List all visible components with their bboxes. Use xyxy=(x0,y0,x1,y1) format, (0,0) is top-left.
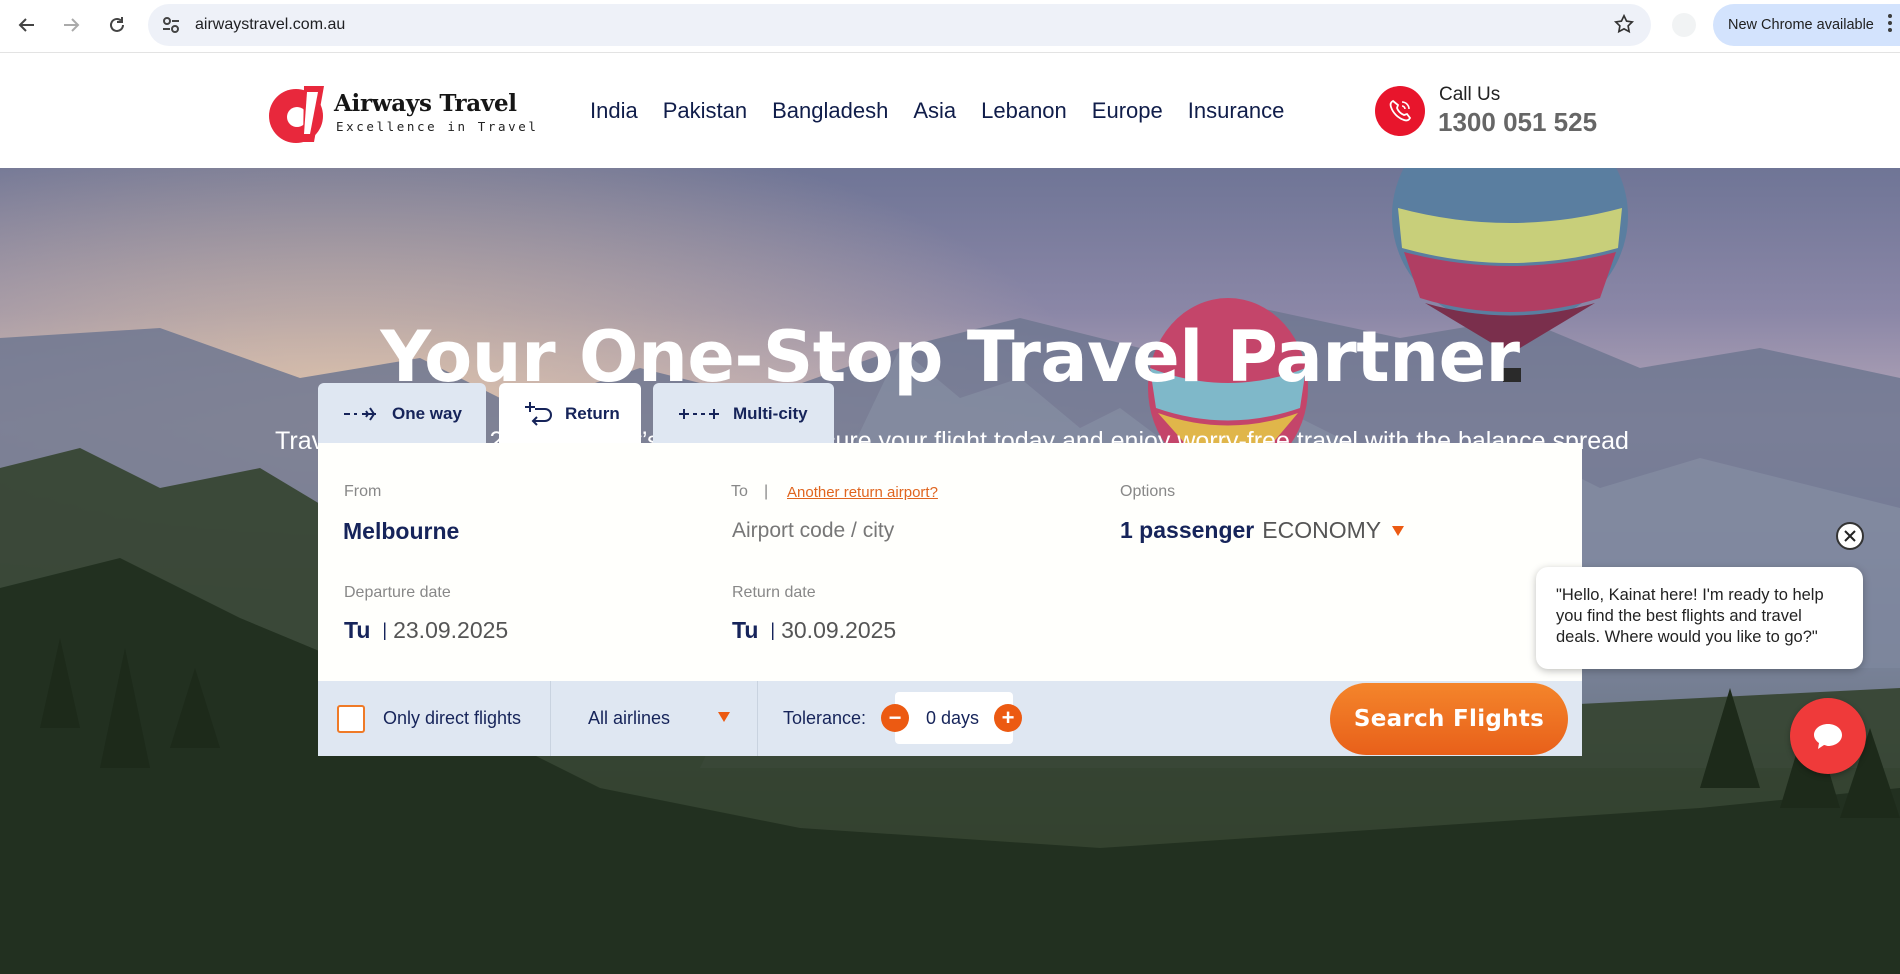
return-date-label: Return date xyxy=(732,584,816,601)
airlines-dropdown[interactable]: All airlines xyxy=(551,681,745,756)
to-label: To xyxy=(731,483,748,500)
return-date: 30.09.2025 xyxy=(781,617,897,643)
to-input[interactable]: Airport code / city xyxy=(732,519,894,543)
to-separator: | xyxy=(764,483,769,500)
passenger-options-dropdown[interactable]: 1 passenger ECONOMY xyxy=(1120,517,1405,544)
chat-close-button[interactable] xyxy=(1836,522,1864,550)
hero-title: Your One-Stop Travel Partner xyxy=(380,316,1520,398)
divider xyxy=(757,681,758,756)
nav-bangladesh[interactable]: Bangladesh xyxy=(772,98,888,124)
phone-icon[interactable] xyxy=(1375,86,1425,136)
one-way-plane-icon xyxy=(344,407,376,421)
tolerance-plus-button[interactable]: + xyxy=(994,704,1022,732)
back-button[interactable] xyxy=(12,10,42,40)
search-flights-button[interactable]: Search Flights xyxy=(1330,683,1568,755)
nav-lebanon[interactable]: Lebanon xyxy=(981,98,1067,124)
call-number[interactable]: 1300 051 525 xyxy=(1438,107,1597,138)
bookmark-star-icon[interactable] xyxy=(1613,13,1635,39)
nav-europe[interactable]: Europe xyxy=(1092,98,1163,124)
tab-one-way-label: One way xyxy=(392,404,462,423)
departure-date-label: Departure date xyxy=(344,584,451,601)
logo-tagline: Excellence in Travel xyxy=(336,119,539,134)
options-label: Options xyxy=(1120,483,1176,500)
logo-name: Airways Travel xyxy=(334,90,517,117)
return-plane-icon xyxy=(525,402,552,426)
forward-arrow-icon xyxy=(64,18,80,32)
passenger-count: 1 passenger xyxy=(1120,517,1255,543)
tab-multi-city[interactable]: Multi-city xyxy=(653,383,834,445)
new-chrome-label: New Chrome available xyxy=(1728,17,1874,33)
tab-return-label: Return xyxy=(565,404,620,423)
main-nav: India Pakistan Bangladesh Asia Lebanon E… xyxy=(590,98,1309,124)
browser-toolbar: airwaystravel.com.au New Chrome availabl… xyxy=(0,0,1900,53)
tab-return[interactable]: Return xyxy=(499,383,641,445)
return-date-field[interactable]: Tu | 30.09.2025 xyxy=(732,617,896,644)
airways-logo-icon xyxy=(269,86,324,143)
tab-one-way[interactable]: One way xyxy=(318,383,486,445)
chat-message: "Hello, Kainat here! I'm ready to help y… xyxy=(1556,586,1824,646)
dropdown-caret-icon xyxy=(1392,525,1405,536)
from-input[interactable]: Melbourne xyxy=(343,518,459,545)
forward-button[interactable] xyxy=(56,10,86,40)
flight-search-panel: From Melbourne To | Another return airpo… xyxy=(318,443,1582,683)
from-label: From xyxy=(344,483,382,500)
return-day: Tu xyxy=(732,617,759,643)
site-header: Airways Travel Excellence in Travel Indi… xyxy=(0,54,1900,168)
another-return-airport-link[interactable]: Another return airport? xyxy=(787,484,938,501)
airlines-caret-icon xyxy=(718,712,730,722)
chat-bubble-icon xyxy=(1814,724,1842,749)
new-chrome-available-button[interactable]: New Chrome available xyxy=(1713,4,1900,46)
chrome-menu-icon[interactable] xyxy=(1888,14,1892,35)
url-text: airwaystravel.com.au xyxy=(195,16,346,33)
reload-button[interactable] xyxy=(102,10,132,40)
tab-multi-city-label: Multi-city xyxy=(733,404,808,423)
site-info-icon[interactable] xyxy=(160,14,182,40)
cabin-class: ECONOMY xyxy=(1262,517,1382,543)
nav-pakistan[interactable]: Pakistan xyxy=(663,98,747,124)
back-arrow-icon xyxy=(18,18,34,32)
address-bar[interactable]: airwaystravel.com.au xyxy=(148,4,1651,46)
tolerance-minus-button[interactable]: − xyxy=(881,704,909,732)
chat-greeting-bubble: "Hello, Kainat here! I'm ready to help y… xyxy=(1536,567,1863,669)
tolerance-value: 0 days xyxy=(926,708,980,728)
airlines-value: All airlines xyxy=(588,708,671,728)
call-us-label: Call Us xyxy=(1439,84,1501,105)
departure-date-field[interactable]: Tu | 23.09.2025 xyxy=(344,617,508,644)
departure-date: 23.09.2025 xyxy=(393,617,509,643)
direct-flights-checkbox[interactable] xyxy=(337,705,365,733)
nav-india[interactable]: India xyxy=(590,98,638,124)
departure-day: Tu xyxy=(344,617,371,643)
tolerance-label: Tolerance: xyxy=(783,708,867,728)
site-logo[interactable]: Airways Travel Excellence in Travel xyxy=(266,84,536,144)
direct-flights-label: Only direct flights xyxy=(383,708,522,728)
nav-insurance[interactable]: Insurance xyxy=(1188,98,1285,124)
close-icon xyxy=(1844,530,1856,542)
chat-launcher-button[interactable] xyxy=(1790,698,1866,774)
multi-city-plane-icon xyxy=(679,409,719,419)
nav-asia[interactable]: Asia xyxy=(913,98,956,124)
reload-icon xyxy=(110,17,124,32)
profile-avatar[interactable] xyxy=(1672,13,1696,37)
